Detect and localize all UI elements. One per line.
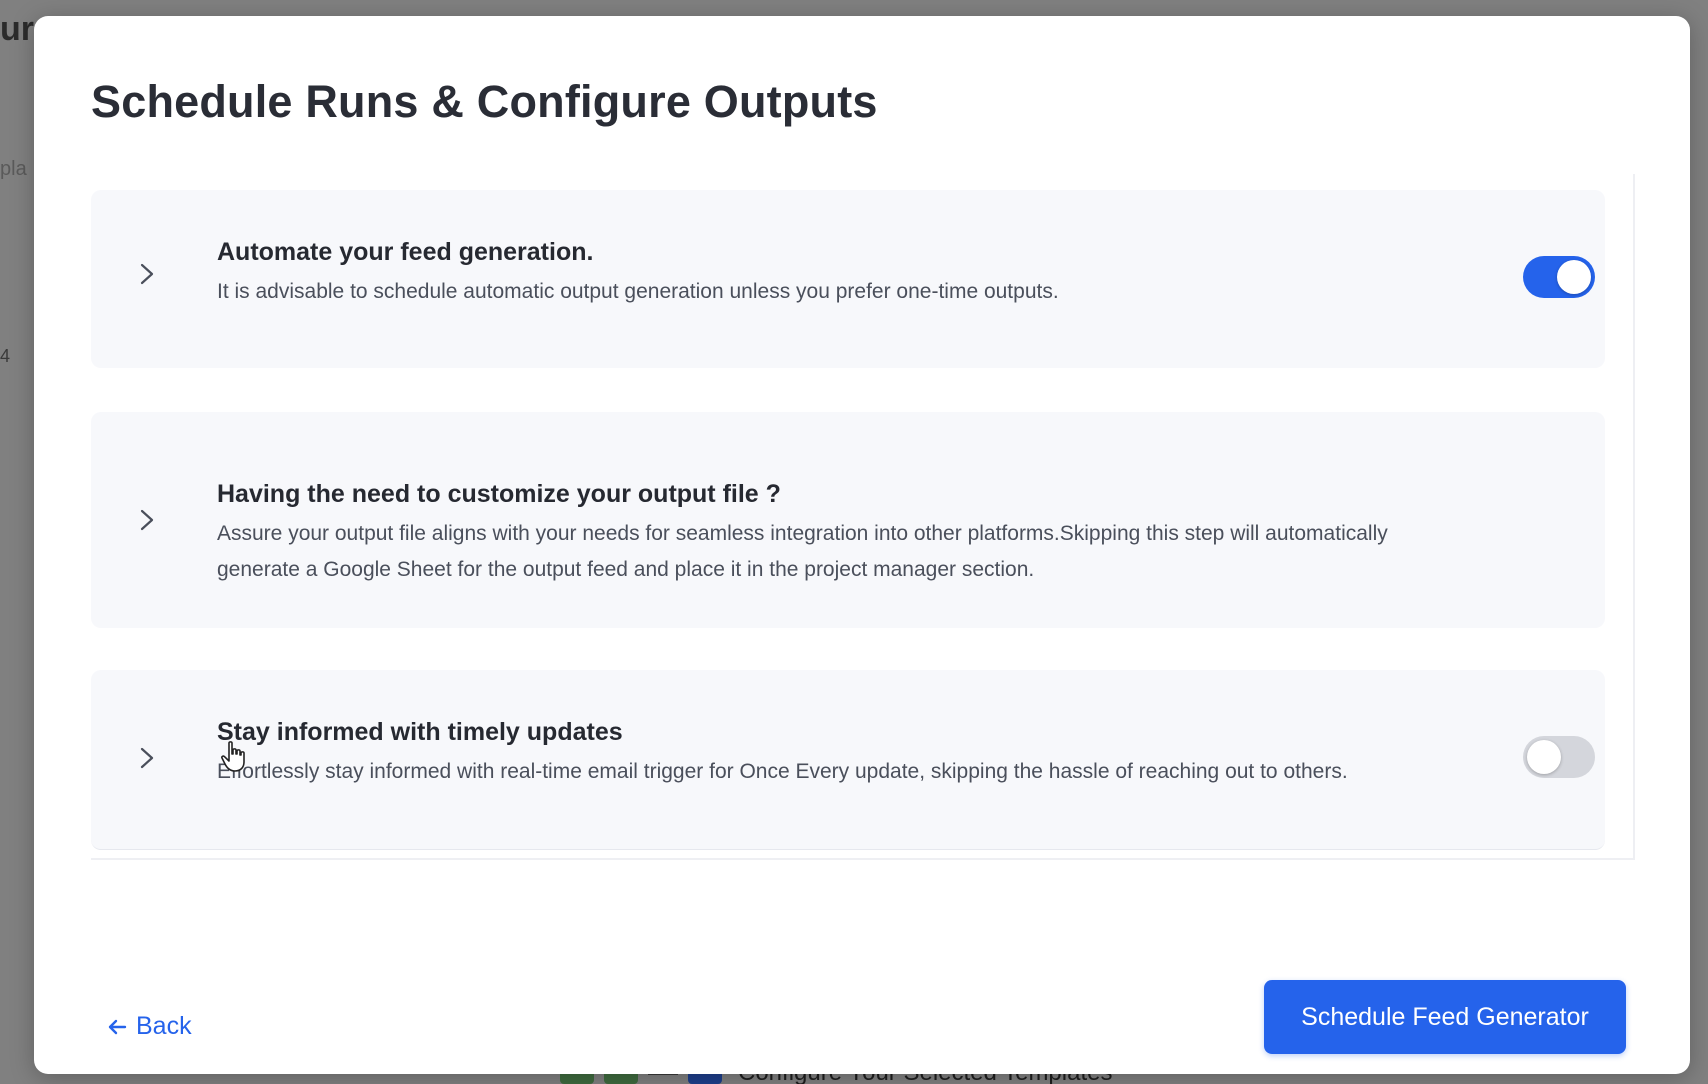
section-automate-feed[interactable]: Automate your feed generation. It is adv…: [91, 190, 1605, 368]
section-description: It is advisable to schedule automatic ou…: [217, 280, 1059, 303]
section-timely-updates[interactable]: Stay informed with timely updates Effort…: [91, 670, 1605, 850]
section-customize-output[interactable]: Having the need to customize your output…: [91, 412, 1605, 628]
schedule-feed-generator-button[interactable]: Schedule Feed Generator: [1264, 980, 1626, 1054]
hand-cursor-icon: [220, 740, 250, 774]
background-heading-fragment: ur: [0, 10, 34, 48]
arrow-left-icon: [106, 1016, 128, 1038]
automate-toggle[interactable]: [1523, 256, 1595, 298]
section-title: Automate your feed generation.: [217, 238, 594, 266]
back-button[interactable]: Back: [106, 1012, 192, 1041]
chevron-right-icon[interactable]: [137, 509, 157, 531]
section-title: Having the need to customize your output…: [217, 480, 781, 508]
section-description: Assure your output file aligns with your…: [217, 522, 1388, 581]
background-number-fragment: 4: [0, 346, 11, 366]
schedule-modal: Schedule Runs & Configure Outputs Automa…: [34, 16, 1690, 1074]
section-title: Stay informed with timely updates: [217, 718, 623, 746]
sections-panel: Automate your feed generation. It is adv…: [91, 174, 1635, 860]
email-updates-toggle[interactable]: [1523, 736, 1595, 778]
back-label: Back: [136, 1012, 192, 1040]
background-text-fragment: pla: [0, 158, 27, 180]
section-description: Effortlessly stay informed with real-tim…: [217, 760, 1348, 783]
chevron-right-icon[interactable]: [137, 747, 157, 769]
modal-title: Schedule Runs & Configure Outputs: [91, 76, 878, 127]
chevron-right-icon[interactable]: [137, 263, 157, 285]
toggle-knob: [1557, 260, 1591, 294]
toggle-knob: [1527, 740, 1561, 774]
